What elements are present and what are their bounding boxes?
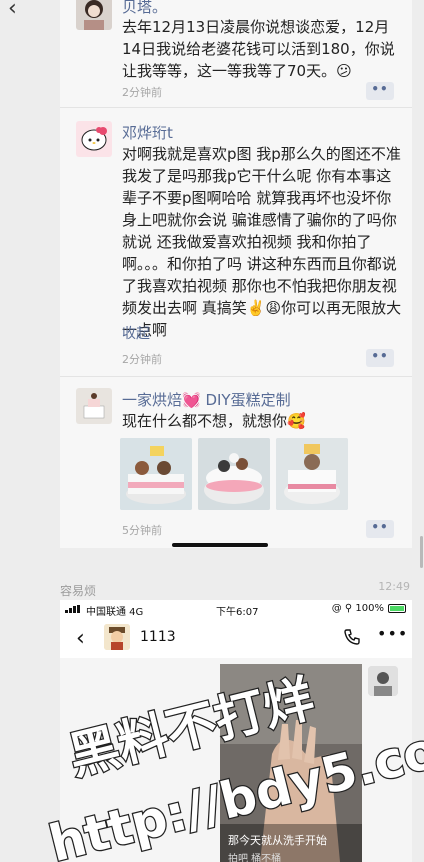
- cake-photo[interactable]: [276, 438, 348, 510]
- cake-photo[interactable]: [198, 438, 270, 510]
- back-chevron-icon[interactable]: ‹: [8, 0, 30, 20]
- post-time: 5分钟前: [122, 524, 162, 537]
- video-message[interactable]: 那今天就从洗手开始 拍吧 桶不桶: [220, 664, 362, 862]
- carrier-label: 中国联通 4G: [86, 607, 144, 618]
- page: ‹ 贝塔。 去年12月13日凌晨你说想谈恋爱，12月14日我说给老婆花钱可以活到…: [0, 0, 424, 862]
- moment-post: 邓烨珩t 对啊我就是喜欢p图 我p那么久的图还不准我发了是吗那我p它干什么呢 你…: [60, 109, 412, 377]
- clock-label: 下午6:07: [216, 607, 259, 618]
- back-chevron-icon[interactable]: ‹: [76, 626, 85, 651]
- moments-feed: 贝塔。 去年12月13日凌晨你说想谈恋爱，12月14日我说给老婆花钱可以活到18…: [60, 0, 412, 548]
- avatar[interactable]: [76, 121, 112, 157]
- battery-label: @ ⚲ 100%: [331, 603, 384, 614]
- chat-header: ‹ 1113 •••: [60, 622, 412, 658]
- post-text: 对啊我就是喜欢p图 我p那么久的图还不准我发了是吗那我p它干什么呢 你有本事这辈…: [122, 145, 402, 339]
- embedded-screenshot[interactable]: 中国联通 4G 下午6:07 @ ⚲ 100% ‹ 1113 ••• 那今天就从…: [60, 600, 412, 862]
- chat-body: 那今天就从洗手开始 拍吧 桶不桶: [60, 658, 412, 862]
- avatar[interactable]: [368, 666, 398, 696]
- collapse-link[interactable]: 收起: [122, 323, 150, 343]
- signal-icon: [65, 605, 83, 613]
- chat-time: 12:49: [378, 580, 410, 593]
- battery-icon: [388, 604, 406, 613]
- chat-contact-name: 容易烦: [60, 584, 97, 598]
- phone-icon[interactable]: [343, 628, 361, 646]
- moment-post: 一家烘焙💓 DIY蛋糕定制 现在什么都不想，就想你🥰 5分钟前 ••: [60, 378, 412, 548]
- avatar[interactable]: [76, 388, 112, 424]
- chat-list-item[interactable]: 容易烦 12:49: [60, 576, 412, 598]
- scrollbar[interactable]: [420, 536, 423, 568]
- author-name[interactable]: 一家烘焙💓 DIY蛋糕定制: [122, 389, 291, 410]
- avatar[interactable]: [104, 624, 130, 650]
- author-name[interactable]: 邓烨珩t: [122, 122, 173, 143]
- home-indicator: [172, 543, 268, 547]
- more-actions-button[interactable]: ••: [366, 82, 394, 100]
- post-time: 2分钟前: [122, 86, 162, 99]
- more-actions-button[interactable]: ••: [366, 349, 394, 367]
- chat-title: 1113: [140, 629, 176, 645]
- status-bar: 中国联通 4G 下午6:07 @ ⚲ 100%: [60, 600, 412, 618]
- post-text: 去年12月13日凌晨你说想谈恋爱，12月14日我说给老婆花钱可以活到180，你说…: [122, 18, 395, 80]
- avatar[interactable]: [76, 0, 112, 30]
- post-text: 现在什么都不想，就想你🥰: [122, 412, 306, 430]
- more-icon[interactable]: •••: [377, 624, 408, 643]
- video-caption: 那今天就从洗手开始: [228, 834, 327, 847]
- video-caption-secondary: 拍吧 桶不桶: [228, 854, 282, 862]
- author-name[interactable]: 贝塔。: [122, 0, 167, 17]
- cake-photo[interactable]: [120, 438, 192, 510]
- moment-post: 贝塔。 去年12月13日凌晨你说想谈恋爱，12月14日我说给老婆花钱可以活到18…: [60, 0, 412, 108]
- more-actions-button[interactable]: ••: [366, 520, 394, 538]
- post-time: 2分钟前: [122, 353, 162, 366]
